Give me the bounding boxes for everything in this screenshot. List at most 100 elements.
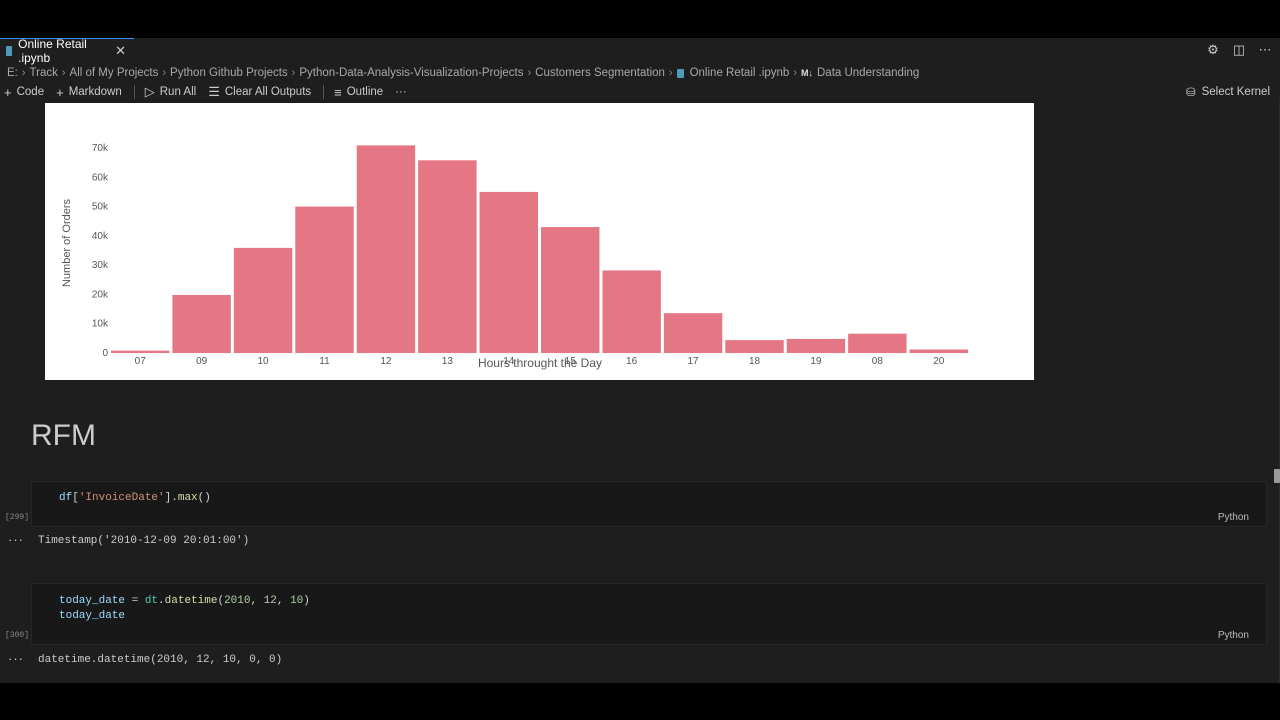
chevron-right-icon: › (61, 67, 66, 79)
code-cell[interactable]: df['InvoiceDate'].max() Python (31, 481, 1267, 527)
x-tick-label: 10 (258, 356, 270, 367)
x-tick-label: 20 (933, 356, 945, 367)
run-all-button[interactable]: ▷ Run All (145, 84, 196, 100)
code-token: ]. (164, 492, 178, 504)
select-kernel-label: Select Kernel (1201, 86, 1270, 98)
chevron-right-icon: › (21, 67, 26, 79)
code-cell[interactable]: today_date = dt.datetime(2010, 12, 10) t… (31, 583, 1267, 645)
notebook-editor: Online Retail .ipynb ✕ ⚙ ◫ ⋯ E: › Track … (0, 38, 1280, 683)
output-menu-icon[interactable]: ··· (8, 651, 24, 666)
y-tick-label: 70k (92, 143, 109, 154)
y-tick-label: 60k (92, 172, 109, 183)
code-token: dt (144, 595, 159, 607)
cell-language[interactable]: Python (1218, 512, 1249, 523)
breadcrumb-notebook[interactable]: Online Retail .ipynb (690, 67, 790, 79)
breadcrumb-customers-segmentation[interactable]: Customers Segmentation (535, 67, 665, 79)
scrollbar-thumb[interactable] (1274, 469, 1280, 483)
code-token: [ (72, 492, 79, 504)
y-tick-label: 40k (92, 231, 109, 242)
breadcrumb-all-projects[interactable]: All of My Projects (70, 67, 159, 79)
bar (786, 338, 846, 353)
bar (111, 350, 170, 353)
breadcrumb: E: › Track › All of My Projects › Python… (7, 65, 919, 81)
outline-button[interactable]: ≡ Outline (334, 85, 383, 100)
code-token: 'InvoiceDate' (78, 492, 165, 504)
breadcrumb-python-github[interactable]: Python Github Projects (170, 67, 288, 79)
code-token: . (158, 595, 165, 607)
code-token: = (125, 595, 145, 607)
y-tick-label: 20k (92, 289, 109, 300)
bar (663, 313, 723, 353)
bar (909, 349, 968, 353)
breadcrumb-track[interactable]: Track (30, 67, 58, 79)
tab-online-retail[interactable]: Online Retail .ipynb ✕ (0, 38, 134, 65)
select-kernel-button[interactable]: ⛁ Select Kernel (1186, 83, 1270, 101)
cell-output: datetime.datetime(2010, 12, 10, 0, 0) (38, 654, 283, 666)
markdown-icon: M↓ (801, 68, 813, 78)
x-tick-label: 09 (196, 356, 208, 367)
code-token: 2010 (224, 595, 251, 607)
toolbar-more-button[interactable]: ··· (395, 86, 407, 98)
output-menu-icon[interactable]: ··· (8, 532, 24, 547)
bar (172, 295, 231, 353)
x-tick-label: 11 (319, 356, 330, 367)
cell-language[interactable]: Python (1218, 630, 1249, 641)
toolbar-divider (323, 85, 325, 99)
markdown-heading: RFM (31, 419, 96, 452)
chevron-right-icon: › (291, 67, 296, 79)
y-tick-label: 50k (92, 202, 109, 213)
bar (479, 191, 538, 353)
clear-all-outputs-button[interactable]: ☰ Clear All Outputs (208, 84, 311, 100)
cell-output: Timestamp('2010-12-09 20:01:00') (38, 535, 250, 547)
code-line[interactable]: df['InvoiceDate'].max() (59, 492, 211, 504)
notebook-file-icon (676, 68, 684, 78)
x-tick-label: 19 (810, 356, 822, 367)
bar (541, 227, 600, 353)
x-tick-label: 12 (380, 356, 392, 367)
add-markdown-button[interactable]: + Markdown (56, 85, 122, 100)
chevron-right-icon: › (162, 67, 167, 79)
y-tick-label: 0 (102, 348, 108, 359)
bar (233, 247, 293, 353)
bar (602, 270, 661, 353)
code-token: datetime (164, 595, 218, 607)
notebook-toolbar: + Code + Markdown ▷ Run All ☰ Clear All … (0, 83, 1280, 101)
chevron-right-icon: › (527, 67, 532, 79)
x-axis-label: Hours throught the Day (478, 356, 602, 370)
code-line[interactable]: today_date = dt.datetime(2010, 12, 10) (59, 595, 310, 607)
chevron-right-icon: › (793, 67, 797, 79)
code-token: 12 (263, 595, 277, 607)
breadcrumb-drive[interactable]: E: (7, 67, 18, 79)
more-icon: ··· (395, 86, 407, 98)
y-tick-label: 10k (92, 319, 109, 330)
plus-icon: + (56, 84, 64, 100)
execution-count: [300] (5, 631, 30, 640)
code-token: 10 (290, 595, 304, 607)
breadcrumb-visualization-projects[interactable]: Python-Data-Analysis-Visualization-Proje… (299, 67, 523, 79)
more-icon[interactable]: ⋯ (1258, 42, 1272, 58)
close-icon[interactable]: ✕ (115, 43, 126, 59)
code-line[interactable]: today_date (59, 610, 125, 622)
bar (295, 206, 354, 353)
toolbar-divider (133, 85, 135, 99)
notebook-file-icon (6, 45, 13, 56)
add-code-button[interactable]: + Code (4, 85, 44, 100)
bar (418, 160, 477, 353)
x-tick-label: 18 (749, 356, 761, 367)
code-token: , (276, 595, 291, 607)
plus-icon: + (4, 84, 12, 100)
clear-outputs-icon: ☰ (208, 84, 220, 99)
tab-title: Online Retail .ipynb (18, 38, 87, 65)
tab-actions: ⚙ ◫ ⋯ (1206, 38, 1280, 62)
breadcrumb-section[interactable]: Data Understanding (817, 67, 919, 79)
code-token: today_date (59, 595, 126, 607)
code-token: max (177, 492, 198, 504)
split-editor-icon[interactable]: ◫ (1232, 42, 1246, 58)
chevron-right-icon: › (668, 67, 673, 79)
code-token: () (197, 492, 211, 504)
clear-all-outputs-label: Clear All Outputs (224, 86, 312, 98)
gear-icon[interactable]: ⚙ (1206, 42, 1220, 58)
y-tick-label: 30k (92, 260, 109, 271)
kernel-icon: ⛁ (1185, 87, 1196, 99)
code-token: df (59, 492, 73, 504)
